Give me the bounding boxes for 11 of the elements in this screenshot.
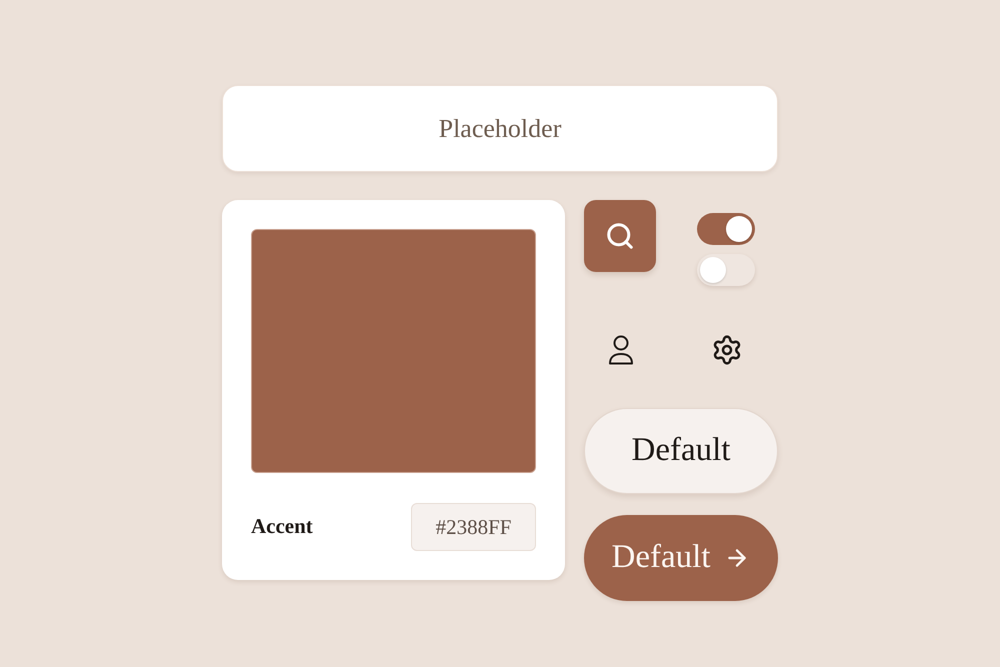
settings-icon[interactable]	[711, 334, 743, 366]
toggle-switch[interactable]	[697, 254, 755, 286]
user-icon[interactable]	[607, 335, 635, 365]
secondary-button[interactable]: Default	[584, 408, 778, 494]
search-icon	[605, 221, 635, 251]
toggle-switch[interactable]	[697, 213, 755, 245]
swatch-label: Accent	[251, 513, 313, 540]
hex-input-field[interactable]: #2388FF	[411, 503, 536, 551]
input-field[interactable]: Placeholder	[222, 85, 778, 172]
search-button[interactable]	[584, 200, 656, 272]
primary-button[interactable]: Default	[584, 515, 778, 601]
